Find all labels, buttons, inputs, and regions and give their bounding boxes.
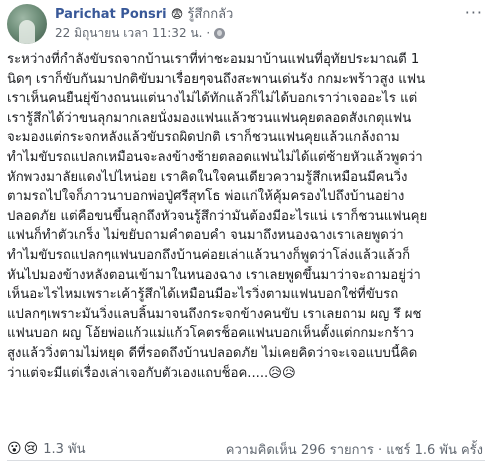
- post-text-line: เรารู้สึกได้ว่าขนลุกมากเลยนั่งมองแฟนแล้ว…: [7, 110, 412, 126]
- post-text-line: ระหว่างที่กำลังขับรถจากบ้านเราที่ท่าชะอม…: [7, 52, 420, 67]
- post-text-line: แปลกๆเพราะมันวิ่งแลบลิ้นมาจนถึงกระจกข้าง…: [7, 306, 422, 322]
- post-meta: 22 มิถุนายน เวลา 11:32 น. ·: [55, 26, 226, 40]
- post-text-line: หันไปมองข้างหลังตอนเข้ามาในหนองฉาง เราเล…: [7, 267, 421, 283]
- post-text-line: เห็นอะไรไหมเพราะเค้ารู้สึกได้เหมือนมีอะไ…: [7, 287, 399, 303]
- post-text-line: หักพวงมาลัยแดงไปไหน่อย เราคิดในใจคนเดียว…: [7, 169, 408, 185]
- post-text-line: ทำไมขับรถแปลกเหมือนจะลงข้างซ้ายตลอดแฟนไม…: [7, 149, 423, 165]
- share-count[interactable]: แชร์ 1.6 พัน ครั้ง: [386, 443, 483, 458]
- meta-separator: ·: [206, 26, 211, 40]
- post-text-line: แฟนก็ทำตัวเกร็ง ไม่ขยับถามคำตอบคำ จนมาถึ…: [7, 228, 404, 244]
- post-text-line: สูงแล้ววิ่งตามไม่หยุด ดีที่รอดถึงบ้านปลอ…: [7, 345, 418, 361]
- author-line: Parichat Ponsri 😨 รู้สึกกลัว: [55, 6, 233, 23]
- post-text-line: ตามรถไปใจก็ภาวนาบอกพ่อปู่ศรีสุทโธ พ่อแก่…: [7, 189, 405, 205]
- engagement-stats: ความคิดเห็น 296 รายการ · แชร์ 1.6 พัน คร…: [226, 439, 483, 460]
- reactions-bar: 😮 😢 1.3 พัน ความคิดเห็น 296 รายการ · แชร…: [7, 436, 485, 461]
- post-text-line: แฟนบอก ผญ โอ้ยพ่อแก้วแม่แก้วโคตรช็อคแฟนบ…: [7, 326, 415, 342]
- feeling-text: รู้สึกกลัว: [187, 7, 234, 22]
- reaction-count[interactable]: 1.3 พัน: [43, 438, 85, 459]
- post-text-line: ว่าแต่จะมีแต่เรื่องเล่าเจอกับตัวเองแถบช็…: [7, 365, 296, 381]
- author-avatar[interactable]: [7, 4, 47, 44]
- reaction-summary[interactable]: 😮 😢 1.3 พัน: [7, 438, 85, 459]
- post-text-line: เราเห็นคนยืนยุ่ข้างถนนแต่นางไม่ได้ทักแล้…: [7, 91, 418, 107]
- post-text-line: ทำไมขับรถแปลกๆแฟนบอกถึงบ้านค่อยเล่าแล้วน…: [7, 247, 411, 263]
- post-text-line: ปลอดภัย แต่คือขนขึ้นลุกถึงหัวจนรู้สึกว่า…: [7, 208, 428, 224]
- stats-separator: ·: [377, 443, 383, 458]
- post-body: ระหว่างที่กำลังขับรถจากบ้านเราที่ท่าชะอม…: [7, 50, 485, 383]
- post-timestamp[interactable]: 22 มิถุนายน เวลา 11:32 น.: [55, 26, 202, 40]
- more-options-icon[interactable]: ···: [465, 5, 483, 21]
- globe-icon[interactable]: [214, 27, 226, 39]
- comment-count[interactable]: ความคิดเห็น 296 รายการ: [226, 443, 374, 458]
- wow-reaction-icon[interactable]: 😮: [7, 441, 22, 457]
- fearful-face-icon: 😨: [170, 7, 184, 21]
- post-text-line: จะมองแต่กระจกหลังแล้วขับรถผิดปกติ เราก็ช…: [7, 130, 400, 146]
- post-text-line: นิดๆ เราก็ขับกันมาปกติขับมาเรื่อยๆจนถึงส…: [7, 71, 426, 87]
- author-name[interactable]: Parichat Ponsri: [55, 7, 167, 22]
- post-header: Parichat Ponsri 😨 รู้สึกกลัว 22 มิถุนายน…: [7, 4, 485, 44]
- sad-reaction-icon[interactable]: 😢: [24, 441, 39, 457]
